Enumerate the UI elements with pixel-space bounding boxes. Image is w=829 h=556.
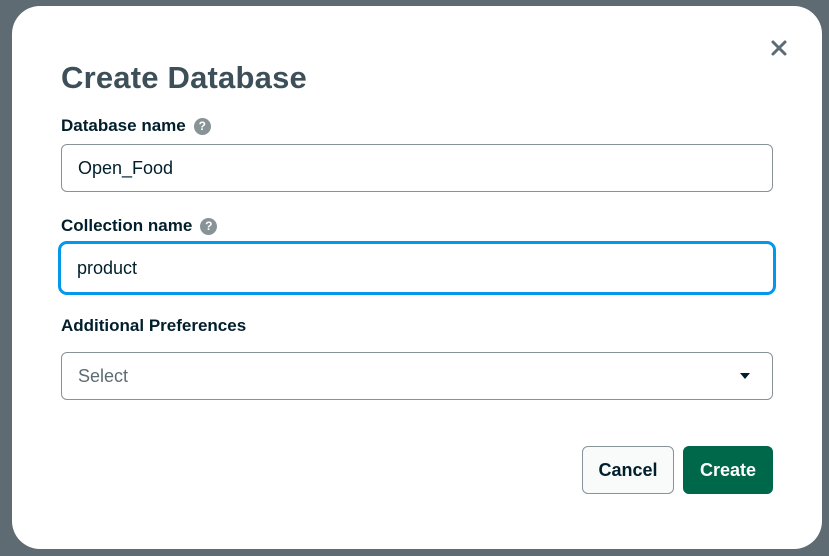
additional-preferences-label-text: Additional Preferences [61,316,247,335]
close-icon[interactable] [769,38,789,58]
select-placeholder: Select [78,365,129,386]
cancel-button[interactable]: Cancel [582,446,674,494]
create-button[interactable]: Create [683,446,773,494]
additional-preferences-label: Additional Preferences [61,316,246,336]
chevron-down-icon [740,373,750,379]
database-name-value: Open_Food [78,157,174,178]
collection-name-label: Collection name ? [61,216,218,236]
collection-name-label-text: Collection name [61,216,193,235]
help-icon[interactable]: ? [200,217,218,235]
help-icon[interactable]: ? [193,117,211,135]
collection-name-input[interactable]: product [58,241,776,295]
database-name-label: Database name ? [61,116,211,136]
database-name-label-text: Database name [61,116,186,135]
create-database-dialog: Create Database Database name ? Open_Foo… [12,6,822,549]
collection-name-value: product [77,257,138,278]
dialog-title: Create Database [61,60,307,95]
database-name-input[interactable]: Open_Food [61,144,773,192]
additional-preferences-select[interactable]: Select [61,352,773,400]
